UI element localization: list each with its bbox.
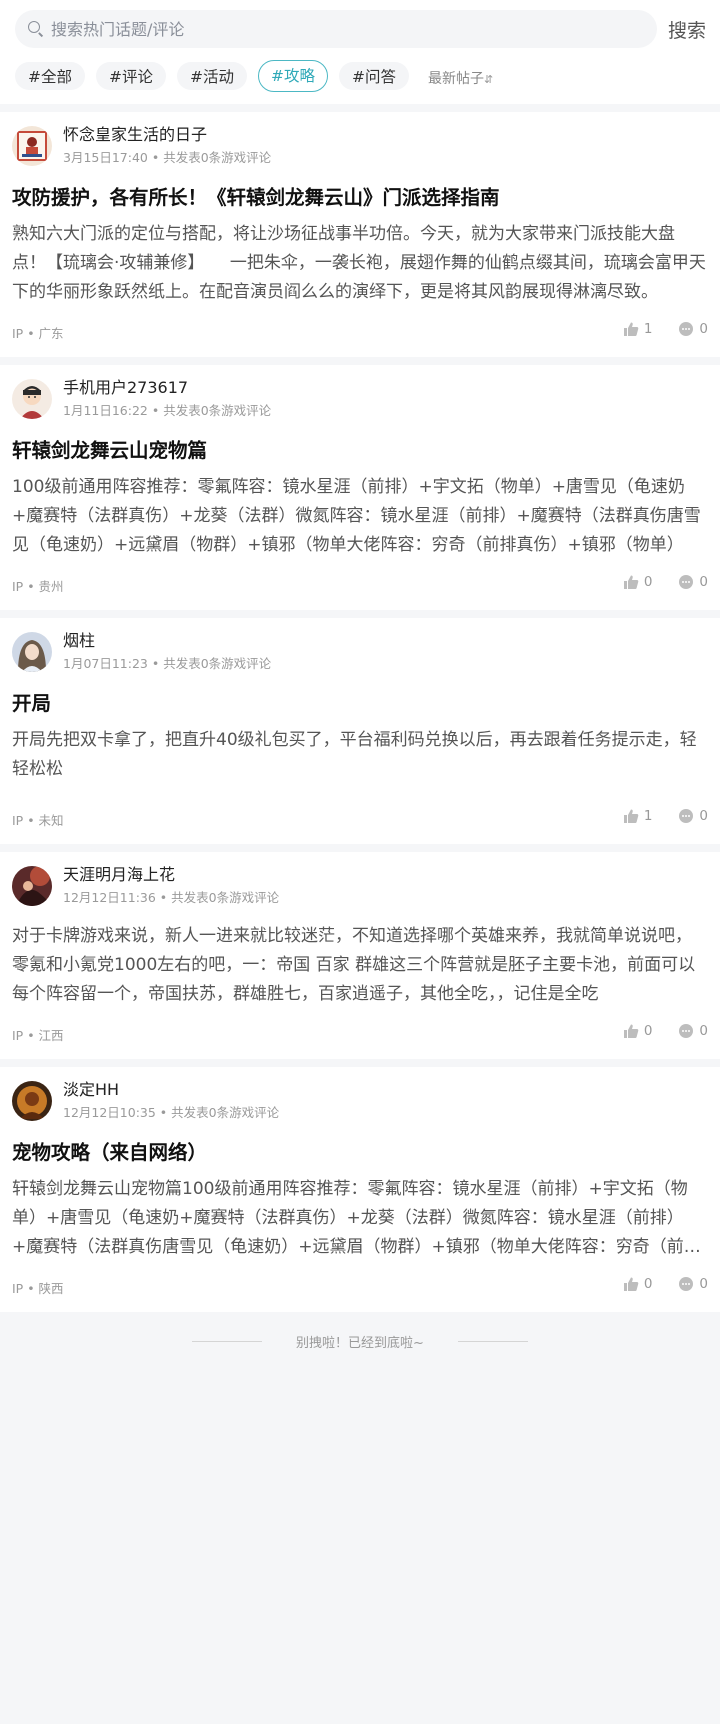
top-bar: 搜索 #全部 #评论 #活动 #攻略 #问答 最新帖子⇵ (0, 0, 720, 104)
comment-button[interactable]: 0 (678, 321, 708, 337)
comment-icon (679, 322, 694, 336)
user-name[interactable]: 怀念皇家生活的日子 (63, 124, 271, 146)
comment-count: 0 (699, 574, 708, 590)
like-button[interactable]: 1 (623, 808, 653, 824)
ip-location: IP • 未知 (12, 813, 64, 828)
ip-location: IP • 江西 (12, 1028, 64, 1043)
like-count: 0 (643, 574, 653, 590)
user-name[interactable]: 天涯明月海上花 (63, 864, 279, 886)
post-card[interactable]: 手机用户273617 1月11日16:22 • 共发表0条游戏评论 轩辕剑龙舞云… (0, 365, 720, 610)
post-meta: 12月12日11:36 • 共发表0条游戏评论 (63, 890, 280, 905)
tag-activity[interactable]: #活动 (177, 62, 247, 90)
post-card[interactable]: 怀念皇家生活的日子 3月15日17:40 • 共发表0条游戏评论 攻防援护，各有… (0, 112, 720, 357)
avatar[interactable] (12, 632, 52, 672)
ip-location: IP • 贵州 (12, 579, 64, 594)
like-count: 0 (643, 1023, 653, 1039)
ip-location: IP • 陕西 (12, 1281, 64, 1296)
divider (192, 1341, 263, 1342)
like-button[interactable]: 0 (623, 1276, 653, 1292)
post-title[interactable]: 开局 (12, 690, 708, 718)
tag-guide[interactable]: #攻略 (258, 60, 328, 92)
sort-dropdown[interactable]: 最新帖子⇵ (428, 68, 493, 88)
comment-icon (679, 575, 694, 589)
search-box[interactable] (15, 10, 657, 48)
avatar[interactable] (12, 126, 52, 166)
user-name[interactable]: 手机用户273617 (63, 377, 271, 399)
comment-count: 0 (699, 1276, 708, 1292)
post-content[interactable]: 对于卡牌游戏来说，新人一进来就比较迷茫，不知道选择哪个英雄来养，我就简单说说吧，… (12, 922, 708, 1009)
comment-button[interactable]: 0 (678, 574, 708, 590)
tag-review[interactable]: #评论 (96, 62, 166, 90)
like-count: 1 (643, 808, 653, 824)
comment-count: 0 (699, 1023, 708, 1039)
avatar[interactable] (12, 1081, 52, 1121)
post-card[interactable]: 淡定HH 12月12日10:35 • 共发表0条游戏评论 宠物攻略（来自网络） … (0, 1067, 720, 1312)
user-name[interactable]: 烟柱 (63, 630, 271, 652)
post-title[interactable]: 宠物攻略（来自网络） (12, 1139, 708, 1167)
thumbs-up-icon (623, 1024, 639, 1038)
post-content[interactable]: 100级前通用阵容推荐：零氟阵容：镜水星涯（前排）+宇文拓（物单）+唐雪见（龟速… (12, 473, 708, 560)
post-content[interactable]: 轩辕剑龙舞云山宠物篇100级前通用阵容推荐：零氟阵容：镜水星涯（前排）+宇文拓（… (12, 1175, 708, 1262)
comment-count: 0 (699, 808, 708, 824)
post-meta: 3月15日17:40 • 共发表0条游戏评论 (63, 150, 272, 165)
sort-label: 最新帖子 (428, 71, 484, 87)
thumbs-up-icon (623, 575, 639, 589)
ip-location: IP • 广东 (12, 326, 64, 341)
like-count: 0 (643, 1276, 653, 1292)
post-content[interactable]: 熟知六大门派的定位与搭配，将让沙场征战事半功倍。今天，就为大家带来门派技能大盘点… (12, 220, 708, 307)
sort-arrow-icon: ⇵ (484, 73, 494, 86)
tag-all[interactable]: #全部 (15, 62, 85, 90)
post-meta: 1月07日11:23 • 共发表0条游戏评论 (63, 656, 272, 671)
search-button[interactable]: 搜索 (668, 16, 706, 43)
search-icon (27, 20, 45, 38)
post-meta: 12月12日10:35 • 共发表0条游戏评论 (63, 1105, 280, 1120)
thumbs-up-icon (623, 322, 639, 336)
post-meta: 1月11日16:22 • 共发表0条游戏评论 (63, 403, 272, 418)
like-button[interactable]: 0 (623, 574, 653, 590)
user-name[interactable]: 淡定HH (63, 1079, 279, 1101)
avatar[interactable] (12, 866, 52, 906)
tag-filter-bar: #全部 #评论 #活动 #攻略 #问答 最新帖子⇵ (15, 60, 493, 92)
end-of-list-text: 别拽啦！已经到底啦~ (296, 1336, 424, 1351)
divider (457, 1341, 528, 1342)
post-title[interactable]: 攻防援护，各有所长！《轩辕剑龙舞云山》门派选择指南 (12, 184, 708, 212)
tag-qa[interactable]: #问答 (339, 62, 409, 90)
post-content[interactable]: 开局先把双卡拿了，把直升40级礼包买了，平台福利码兑换以后，再去跟着任务提示走，… (12, 726, 708, 784)
comment-icon (679, 1277, 694, 1291)
comment-icon (679, 1024, 694, 1038)
post-title[interactable]: 轩辕剑龙舞云山宠物篇 (12, 437, 708, 465)
avatar[interactable] (12, 379, 52, 419)
end-of-list: 别拽啦！已经到底啦~ (0, 1332, 720, 1351)
comment-button[interactable]: 0 (678, 1023, 708, 1039)
like-button[interactable]: 0 (623, 1023, 653, 1039)
comment-icon (679, 809, 694, 823)
comment-button[interactable]: 0 (678, 808, 708, 824)
like-button[interactable]: 1 (623, 321, 653, 337)
thumbs-up-icon (623, 1277, 639, 1291)
comment-count: 0 (699, 321, 708, 337)
post-card[interactable]: 天涯明月海上花 12月12日11:36 • 共发表0条游戏评论 对于卡牌游戏来说… (0, 852, 720, 1059)
comment-button[interactable]: 0 (678, 1276, 708, 1292)
like-count: 1 (643, 321, 653, 337)
search-input[interactable] (51, 19, 611, 39)
post-card[interactable]: 烟柱 1月07日11:23 • 共发表0条游戏评论 开局 开局先把双卡拿了，把直… (0, 618, 720, 844)
thumbs-up-icon (623, 809, 639, 823)
